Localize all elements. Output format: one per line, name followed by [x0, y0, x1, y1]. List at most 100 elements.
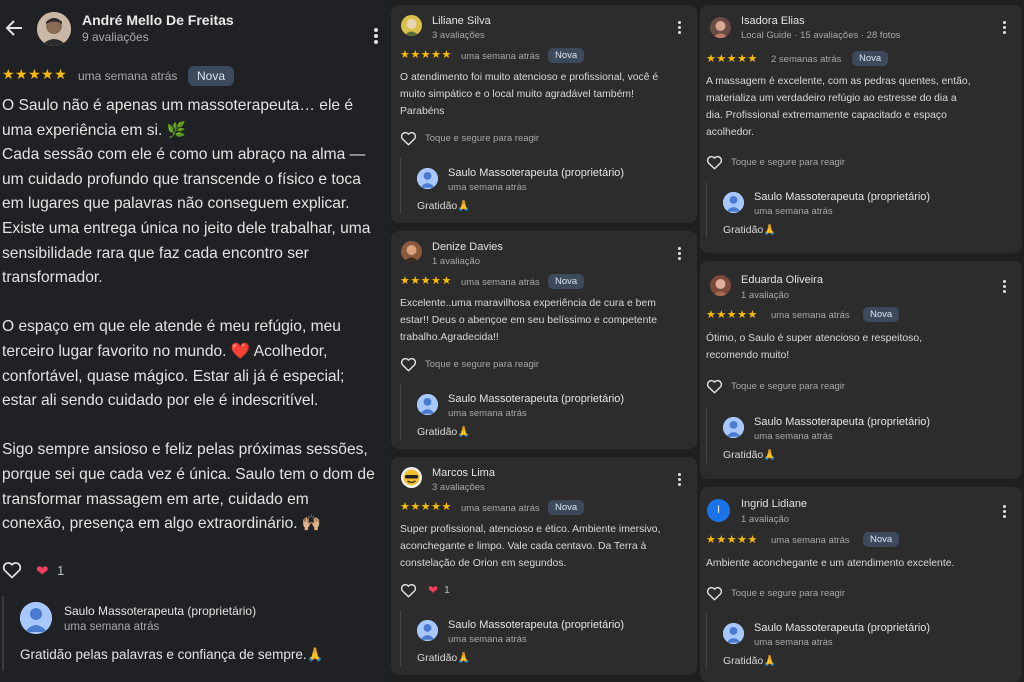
owner-response: Saulo Massoterapeuta (proprietário) uma …: [706, 182, 1006, 238]
owner-response-text: Gratidão🙏: [417, 652, 471, 664]
react-hint: Toque e segure para reagir: [731, 157, 846, 168]
reviewer-review-count: 1 avaliação: [741, 290, 790, 301]
reactions: Toque e segure para reagir: [706, 586, 956, 602]
owner-response-date: uma semana atrás: [754, 431, 833, 442]
star-rating: ★★★★★: [706, 53, 758, 65]
review-text: O atendimento foi muito atencioso e prof…: [400, 72, 659, 117]
heart-outline-icon[interactable]: [706, 155, 723, 170]
owner-name: Saulo Massoterapeuta (proprietário): [448, 167, 625, 179]
new-badge: Nova: [548, 48, 585, 63]
owner-response-text: Gratidão🙏: [723, 224, 777, 236]
star-rating: ★★★★★: [706, 534, 758, 546]
heart-outline-icon[interactable]: [400, 131, 417, 146]
owner-response-date: uma semana atrás: [64, 621, 160, 633]
owner-name: Saulo Massoterapeuta (proprietário): [754, 622, 931, 634]
review-text: Ótimo, o Saulo é super atencioso e respe…: [706, 333, 923, 361]
heart-reaction-icon[interactable]: ❤: [428, 583, 438, 597]
owner-name: Saulo Massoterapeuta (proprietário): [448, 619, 625, 631]
more-options-icon[interactable]: [1003, 21, 1006, 34]
heart-outline-icon[interactable]: [706, 586, 723, 601]
review-date: 2 semanas atrás: [771, 54, 842, 65]
react-hint: Toque e segure para reagir: [731, 381, 846, 392]
owner-response-date: uma semana atrás: [448, 182, 527, 193]
more-options-icon[interactable]: [678, 247, 681, 260]
reviewer-name[interactable]: Ingrid Lidiane: [741, 498, 807, 510]
reviewer-name[interactable]: Marcos Lima: [432, 467, 495, 479]
owner-response-text: Gratidão🙏: [417, 426, 471, 438]
review-card: Eduarda Oliveira 1 avaliação ★★★★★ uma s…: [700, 261, 1022, 479]
more-options-icon[interactable]: [1003, 505, 1006, 518]
owner-response: Saulo Massoterapeuta (proprietário) uma …: [706, 407, 1006, 463]
more-options-icon[interactable]: [678, 21, 681, 34]
owner-response-date: uma semana atrás: [754, 637, 833, 648]
owner-response-date: uma semana atrás: [448, 408, 527, 419]
avatar[interactable]: [710, 17, 731, 38]
reviewer-name[interactable]: Isadora Elias: [741, 15, 805, 27]
owner-avatar-icon: [417, 620, 438, 641]
star-rating: ★★★★★: [706, 309, 758, 321]
reactions: Toque e segure para reagir: [400, 131, 650, 147]
reviewer-review-count: 1 avaliação: [432, 256, 481, 267]
new-badge: Nova: [548, 274, 585, 289]
review-text: A massagem é excelente, com as pedras qu…: [706, 76, 971, 138]
owner-response-date: uma semana atrás: [448, 634, 527, 645]
main-review: André Mello De Freitas 9 avaliações ★★★★…: [0, 0, 390, 682]
owner-response-text: Gratidão🙏: [723, 655, 777, 667]
heart-outline-icon[interactable]: [2, 561, 22, 579]
reviewer-name[interactable]: Liliane Silva: [432, 15, 491, 27]
review-date: uma semana atrás: [461, 503, 540, 514]
review-card: Marcos Lima 3 avaliações ★★★★★ uma seman…: [391, 457, 697, 675]
heart-outline-icon[interactable]: [706, 379, 723, 394]
owner-response: Saulo Massoterapeuta (proprietário) uma …: [400, 384, 670, 440]
reviewer-name[interactable]: Eduarda Oliveira: [741, 274, 823, 286]
owner-avatar-icon: [723, 417, 744, 438]
avatar[interactable]: [710, 275, 731, 296]
owner-response: Saulo Massoterapeuta (proprietário) uma …: [2, 596, 388, 671]
reviewer-review-count: 3 avaliações: [432, 482, 485, 493]
owner-name: Saulo Massoterapeuta (proprietário): [64, 604, 257, 618]
more-options-icon[interactable]: [1003, 280, 1006, 293]
review-date: uma semana atrás: [461, 51, 540, 62]
star-rating: ★★★★★: [400, 275, 452, 287]
star-rating: ★★★★★: [2, 66, 68, 82]
react-hint: Toque e segure para reagir: [731, 588, 846, 599]
heart-reaction-icon[interactable]: ❤: [36, 562, 49, 580]
new-badge: Nova: [548, 500, 585, 515]
owner-response: Saulo Massoterapeuta (proprietário) uma …: [400, 158, 670, 214]
review-text: Super profissional, atencioso e ético. A…: [400, 524, 661, 569]
reviewer-name[interactable]: André Mello De Freitas: [82, 12, 234, 28]
more-options-icon[interactable]: [374, 28, 378, 44]
owner-name: Saulo Massoterapeuta (proprietário): [754, 416, 931, 428]
reviewer-name[interactable]: Denize Davies: [432, 241, 503, 253]
reviewer-review-count: 3 avaliações: [432, 30, 485, 41]
review-date: uma semana atrás: [78, 69, 178, 83]
avatar[interactable]: [401, 15, 422, 36]
star-rating: ★★★★★: [400, 501, 452, 513]
avatar[interactable]: I: [707, 499, 730, 522]
heart-outline-icon[interactable]: [400, 357, 417, 372]
owner-name: Saulo Massoterapeuta (proprietário): [754, 191, 931, 203]
owner-avatar-icon: [723, 192, 744, 213]
more-options-icon[interactable]: [678, 473, 681, 486]
back-arrow-icon[interactable]: [4, 18, 24, 38]
reactions: Toque e segure para reagir: [706, 379, 956, 395]
avatar[interactable]: [37, 12, 71, 46]
avatar[interactable]: [401, 467, 422, 488]
owner-name: Saulo Massoterapeuta (proprietário): [448, 393, 625, 405]
owner-avatar-icon: [20, 602, 52, 634]
react-hint: Toque e segure para reagir: [425, 133, 540, 144]
reaction-count: 1: [444, 584, 450, 596]
star-rating: ★★★★★: [400, 49, 452, 61]
new-badge: Nova: [863, 532, 900, 547]
heart-outline-icon[interactable]: [400, 583, 417, 598]
reaction-count: 1: [57, 563, 65, 578]
react-hint: Toque e segure para reagir: [425, 359, 540, 370]
review-card: Liliane Silva 3 avaliações ★★★★★ uma sem…: [391, 5, 697, 223]
owner-response: Saulo Massoterapeuta (proprietário) uma …: [706, 613, 1006, 669]
review-text: Excelente..uma maravilhosa experiência d…: [400, 298, 658, 343]
new-badge: Nova: [188, 66, 235, 86]
review-card: Isadora Elias Local Guide · 15 avaliaçõe…: [700, 5, 1022, 253]
avatar-letter: I: [716, 504, 721, 516]
avatar[interactable]: [401, 241, 422, 262]
owner-response-text: Gratidão🙏: [417, 200, 471, 212]
